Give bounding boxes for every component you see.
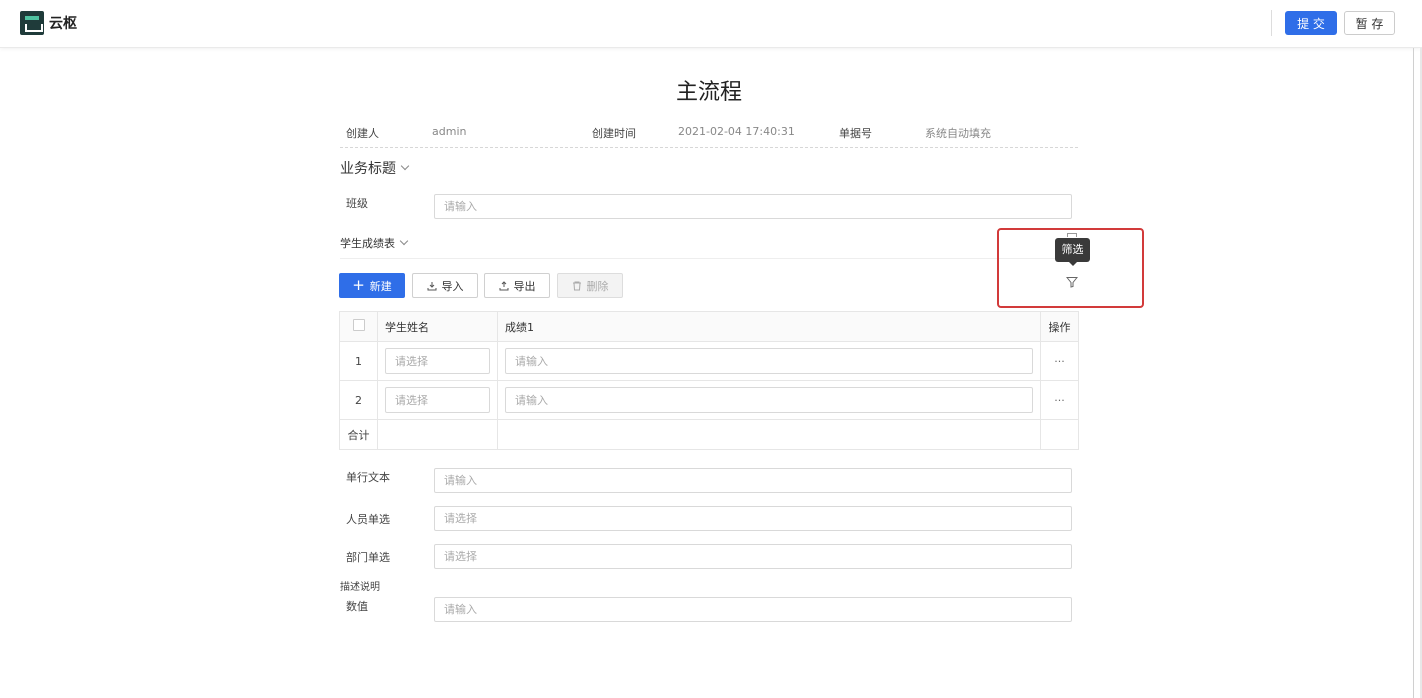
total-name-cell xyxy=(377,419,498,450)
student-name-cell xyxy=(377,341,498,381)
more-actions-icon[interactable]: ··· xyxy=(1040,341,1079,381)
total-actions-cell xyxy=(1040,419,1079,450)
table-row: 1 ··· xyxy=(339,341,1079,381)
filter-tooltip: 筛选 xyxy=(1055,238,1090,266)
total-score-cell xyxy=(497,419,1041,450)
creator-value: admin xyxy=(432,125,467,138)
logo-icon xyxy=(20,11,44,35)
export-label: 导出 xyxy=(513,279,536,293)
doc-no-value: 系统自动填充 xyxy=(925,127,991,140)
form-title: 主流程 xyxy=(675,80,742,105)
scrollbar-track[interactable] xyxy=(1413,48,1414,698)
row-index: 1 xyxy=(339,341,378,381)
created-time-label: 创建时间 xyxy=(592,127,636,140)
class-input[interactable] xyxy=(434,194,1072,219)
table-header-row: 学生姓名 成绩1 操作 xyxy=(339,311,1079,342)
number-input[interactable] xyxy=(434,597,1072,622)
score-cell xyxy=(497,380,1041,420)
new-row-label: 新建 xyxy=(369,279,392,293)
app-logo: 云枢 xyxy=(20,11,77,35)
select-all-checkbox[interactable] xyxy=(352,319,365,331)
description-label: 描述说明 xyxy=(340,582,380,593)
table-total-row: 合计 xyxy=(339,419,1079,450)
section-business-title-label: 业务标题 xyxy=(340,161,396,177)
download-icon xyxy=(427,281,436,290)
class-label: 班级 xyxy=(346,197,368,210)
plus-icon: + xyxy=(352,276,365,294)
header-divider xyxy=(1271,10,1272,36)
section-student-scores[interactable]: 学生成绩表 xyxy=(340,235,409,251)
student-name-cell xyxy=(377,380,498,420)
delete-label: 删除 xyxy=(586,279,609,293)
score-cell xyxy=(497,341,1041,381)
top-header: 云枢 提 交 暂 存 xyxy=(0,0,1422,48)
form-meta-row: 创建人 admin 创建时间 2021-02-04 17:40:31 单据号 系… xyxy=(340,120,1078,148)
subtable-title: 学生成绩表 xyxy=(340,237,395,250)
number-label: 数值 xyxy=(346,600,368,613)
dept-select-input[interactable] xyxy=(434,544,1072,569)
import-label: 导入 xyxy=(441,279,464,293)
column-header-student-name: 学生姓名 xyxy=(377,311,498,342)
app-name: 云枢 xyxy=(49,16,77,32)
total-label: 合计 xyxy=(339,419,378,450)
user-select-input[interactable] xyxy=(434,506,1072,531)
single-text-input[interactable] xyxy=(434,468,1072,493)
import-button[interactable]: 导入 xyxy=(412,273,478,298)
single-text-label: 单行文本 xyxy=(346,471,390,484)
chevron-down-icon xyxy=(400,161,410,171)
user-select-label: 人员单选 xyxy=(346,513,390,526)
student-scores-table: 学生姓名 成绩1 操作 1 ··· 2 ··· 合计 xyxy=(339,311,1079,450)
score-input[interactable] xyxy=(505,348,1033,374)
row-index: 2 xyxy=(339,380,378,420)
submit-button[interactable]: 提 交 xyxy=(1285,11,1337,35)
select-all-cell xyxy=(339,311,378,342)
creator-label: 创建人 xyxy=(346,127,379,140)
upload-icon xyxy=(499,280,508,290)
trash-icon xyxy=(572,281,581,290)
score-input[interactable] xyxy=(505,387,1033,413)
more-actions-icon[interactable]: ··· xyxy=(1040,380,1079,420)
subtable-divider xyxy=(340,258,1078,259)
doc-no-label: 单据号 xyxy=(839,127,872,140)
table-row: 2 ··· xyxy=(339,380,1079,420)
student-name-select[interactable] xyxy=(385,348,490,374)
delete-button[interactable]: 删除 xyxy=(557,273,623,298)
new-row-button[interactable]: + 新建 xyxy=(339,273,405,298)
student-name-select[interactable] xyxy=(385,387,490,413)
created-time-value: 2021-02-04 17:40:31 xyxy=(678,125,795,138)
export-button[interactable]: 导出 xyxy=(484,273,550,298)
dept-select-label: 部门单选 xyxy=(346,551,390,564)
section-business-title[interactable]: 业务标题 xyxy=(340,158,410,178)
column-header-actions: 操作 xyxy=(1040,311,1079,342)
column-header-score: 成绩1 xyxy=(497,311,1041,342)
save-draft-button[interactable]: 暂 存 xyxy=(1344,11,1395,35)
chevron-down-icon xyxy=(399,236,409,246)
filter-icon[interactable] xyxy=(1066,276,1078,288)
